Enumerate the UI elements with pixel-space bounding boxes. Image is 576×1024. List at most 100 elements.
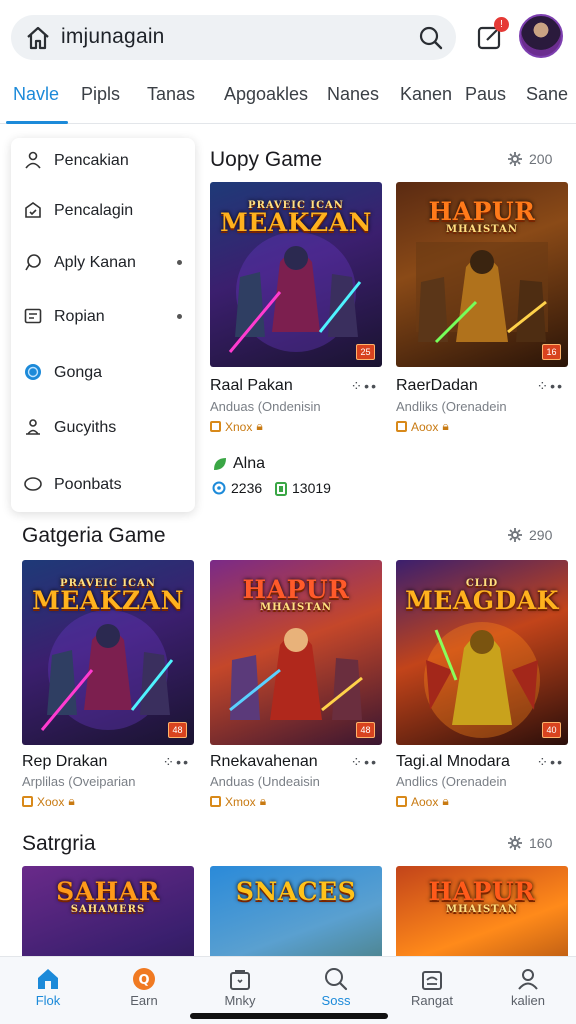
notification-badge: ! [494, 17, 509, 32]
home-icon[interactable] [25, 25, 51, 51]
svg-text:Q: Q [138, 973, 149, 988]
more-options-icon[interactable]: ⁘•• [350, 754, 378, 771]
game-subtitle: Andlics (Orenadein [396, 774, 507, 789]
section-count[interactable]: 160 [507, 835, 552, 851]
battery-icon [275, 481, 287, 496]
game-logo: PRAVEIC ICAN MEAKZAN [220, 200, 372, 237]
game-cover-image: SNACES [210, 866, 382, 956]
menu-item-pencalagin[interactable]: Pencalagin [11, 190, 195, 230]
tab-navle[interactable]: Navle [13, 84, 59, 105]
tab-sane[interactable]: Sane [526, 84, 568, 105]
lock-icon: 🔒︎ [259, 794, 267, 808]
submenu-dot [177, 260, 182, 265]
age-rating-badge: 48 [356, 722, 375, 738]
oval-icon [24, 477, 42, 491]
game-cover-image: PRAVEIC ICAN MEAKZAN 25 [210, 182, 382, 367]
submenu-dot [177, 314, 182, 319]
game-subtitle: Andliks (Orenadein [396, 399, 507, 414]
menu-item-poonbats[interactable]: Poonbats [11, 464, 195, 504]
game-title[interactable]: Rep Drakan [22, 753, 107, 771]
game-tag: Xnox 🔒︎ [210, 419, 263, 434]
search-input[interactable]: imjunagain [61, 25, 165, 49]
tab-nanes[interactable]: Nanes [327, 84, 379, 105]
tab-paus[interactable]: Paus [465, 84, 506, 105]
more-options-icon[interactable]: ⁘•• [162, 754, 190, 771]
game-logo: PRAVEIC ICAN MEAKZAN [32, 578, 184, 615]
game-title[interactable]: Tagi.al Mnodara [396, 753, 510, 771]
gear-icon [508, 152, 522, 166]
menu-item-gucyiths[interactable]: Gucyiths [11, 407, 195, 447]
menu-item-gonga[interactable]: Gonga [11, 352, 195, 392]
game-title[interactable]: RaerDadan [396, 377, 478, 395]
game-card[interactable]: HAPUR MHAISTAN [396, 866, 568, 956]
game-cover-image: HAPUR MHAISTAN [396, 866, 568, 956]
category-tabs: Navle Pipls Tanas Apgoakles Nanes Kanen … [0, 76, 576, 124]
game-title[interactable]: Rnekavahenan [210, 753, 318, 771]
section-title: Uopy Game [210, 148, 323, 171]
game-logo: HAPUR MHAISTAN [428, 877, 536, 915]
globe-icon [25, 364, 41, 380]
game-logo: SNACES [235, 877, 357, 906]
stats-value-2: 13019 [275, 480, 331, 496]
game-card[interactable]: SNACES [210, 866, 382, 956]
game-logo: SAHAR SAHAMERS [56, 877, 160, 915]
more-options-icon[interactable]: ⁘•• [350, 378, 378, 395]
bag-icon [230, 970, 250, 990]
game-tag: Xmox 🔒︎ [210, 794, 266, 809]
active-tab-indicator [6, 121, 68, 124]
box-icon [396, 421, 407, 432]
coin-icon: Q [133, 968, 155, 990]
dropdown-menu: Pencakian Pencalagin Aply Kanan Ropian G… [11, 138, 195, 512]
section-count[interactable]: 290 [507, 527, 552, 543]
gear-icon [508, 528, 522, 542]
game-tag: Aoox 🔒︎ [396, 419, 449, 434]
age-rating-badge: 25 [356, 344, 375, 360]
search-icon[interactable] [418, 25, 444, 51]
game-logo: HAPUR MHAISTAN [428, 197, 536, 235]
section-title: Gatgeria Game [22, 524, 166, 547]
game-cover-image: PRAVEIC ICAN MEAKZAN 48 [22, 560, 194, 745]
top-bar: imjunagain ! [0, 0, 576, 76]
menu-item-aply-kanan[interactable]: Aply Kanan [11, 242, 195, 282]
box-icon [210, 796, 221, 807]
section-count[interactable]: 200 [507, 151, 552, 167]
nav-rangat[interactable]: Rangat [384, 957, 480, 1024]
more-options-icon[interactable]: ⁘•• [536, 378, 564, 395]
age-rating-badge: 48 [168, 722, 187, 738]
home-indicator[interactable] [190, 1013, 388, 1019]
search-bar[interactable]: imjunagain [11, 15, 456, 60]
id-card-icon [24, 308, 42, 324]
stats-value-1: 2236 [212, 480, 262, 496]
more-options-icon[interactable]: ⁘•• [536, 754, 564, 771]
nav-flok[interactable]: Flok [0, 957, 96, 1024]
leaf-icon [214, 458, 226, 470]
game-cover-image: HAPUR MHAISTAN 48 [210, 560, 382, 745]
game-title[interactable]: Raal Pakan [210, 377, 293, 395]
tab-tanas[interactable]: Tanas [147, 84, 195, 105]
avatar[interactable] [519, 14, 563, 58]
stats-row: Alna 2236 13019 [212, 454, 372, 500]
lock-icon: 🔒︎ [442, 794, 449, 808]
menu-item-ropian[interactable]: Ropian [11, 296, 195, 336]
age-rating-badge: 16 [542, 344, 561, 360]
game-subtitle: Arplilas (Oveiparian [22, 774, 136, 789]
tab-kanen[interactable]: Kanen [400, 84, 452, 105]
tab-apgoakles[interactable]: Apgoakles [224, 84, 308, 105]
lock-icon: 🔒︎ [256, 419, 263, 433]
chat-icon [25, 254, 41, 271]
box-icon [210, 421, 221, 432]
age-rating-badge: 40 [542, 722, 561, 738]
game-logo: CLID MEAGDAK [405, 578, 559, 615]
notifications-button[interactable]: ! [477, 17, 509, 52]
home-icon [38, 969, 58, 989]
section-title: Satrgria [22, 832, 96, 855]
nav-earn[interactable]: Q Earn [96, 957, 192, 1024]
game-tag: Aoox 🔒︎ [396, 794, 449, 809]
menu-item-pencakian[interactable]: Pencakian [11, 140, 195, 180]
stats-label: Alna [212, 455, 265, 473]
nav-kalien[interactable]: kalien [480, 957, 576, 1024]
tab-pipls[interactable]: Pipls [81, 84, 120, 105]
box-icon [22, 796, 33, 807]
game-cover-image: CLID MEAGDAK 40 [396, 560, 568, 745]
game-card[interactable]: SAHAR SAHAMERS [22, 866, 194, 956]
